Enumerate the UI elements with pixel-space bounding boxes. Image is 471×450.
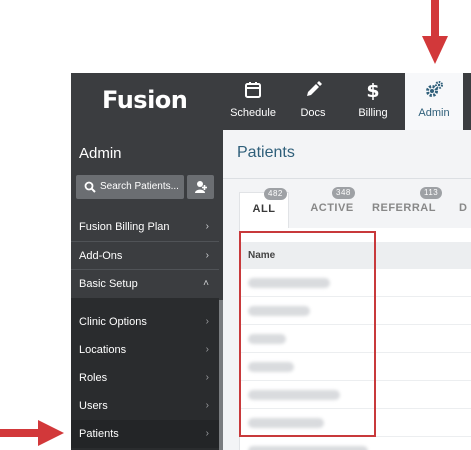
chevron-right-icon: › (205, 344, 209, 355)
tab-all[interactable]: 482 ALL (239, 188, 289, 228)
fusion-logo: Fusion (102, 86, 188, 114)
title-divider (223, 178, 471, 179)
sidebar-item-label: Locations (79, 344, 127, 356)
tab-count-badge: 113 (420, 187, 443, 199)
sidebar-item-add-ons[interactable]: Add-Ons › (71, 241, 219, 269)
chevron-up-icon: ˄ (203, 278, 209, 289)
nav-admin[interactable]: Admin (405, 73, 463, 130)
tab-discharged[interactable]: D (449, 192, 471, 228)
sidebar-item-label: Patients (79, 428, 119, 440)
arrow-right-annotation-icon (0, 420, 64, 446)
search-placeholder: Search Patients... (100, 181, 179, 192)
tab-label: ALL (252, 203, 276, 215)
redacted-name (248, 446, 368, 450)
sidebar-item-clinic-options[interactable]: Clinic Options › (71, 308, 219, 336)
tab-label: D (459, 202, 468, 214)
nav-docs-label: Docs (300, 107, 326, 119)
chevron-right-icon: › (205, 316, 209, 327)
chevron-right-icon: › (205, 400, 209, 411)
sidebar-item-fusion-billing-plan[interactable]: Fusion Billing Plan › (71, 213, 219, 241)
sidebar-item-patients[interactable]: Patients › (71, 420, 219, 448)
tab-count-badge: 482 (264, 188, 287, 200)
tab-referral[interactable]: 113 REFERRAL (371, 187, 443, 228)
admin-sidebar: Admin Search Patients... Fusion Billing … (71, 130, 223, 450)
page-title: Patients (237, 144, 295, 161)
chevron-right-icon: › (205, 221, 209, 232)
nav-schedule-label: Schedule (230, 107, 276, 119)
highlight-box-annotation (239, 231, 376, 437)
nav-docs[interactable]: Docs (289, 73, 337, 130)
sidebar-item-label: Add-Ons (79, 250, 123, 262)
search-icon (84, 181, 96, 193)
nav-admin-label: Admin (418, 107, 450, 119)
arrow-down-annotation-icon (422, 0, 448, 64)
sidebar-item-label: Users (79, 400, 108, 412)
sidebar-item-roles[interactable]: Roles › (71, 364, 219, 392)
sidebar-item-label: Roles (79, 372, 108, 384)
dollar-icon: $ (366, 80, 379, 101)
gears-icon (426, 81, 443, 97)
chevron-right-icon: › (205, 372, 209, 383)
nav-billing[interactable]: $ Billing (347, 73, 399, 130)
add-user-icon (195, 181, 207, 193)
svg-text:$: $ (366, 80, 379, 101)
add-patient-button[interactable] (187, 175, 214, 199)
search-patients-input[interactable]: Search Patients... (76, 175, 184, 199)
sidebar-item-users[interactable]: Users › (71, 392, 219, 420)
tab-active[interactable]: 348 ACTIVE (299, 187, 365, 228)
sidebar-item-label: Basic Setup (79, 278, 138, 290)
nav-schedule[interactable]: Schedule (227, 73, 279, 130)
sidebar-item-basic-setup[interactable]: Basic Setup ˄ (71, 269, 219, 297)
sidebar-item-locations[interactable]: Locations › (71, 336, 219, 364)
pencil-icon (307, 81, 322, 96)
sidebar-item-label: Fusion Billing Plan (79, 221, 170, 233)
sidebar-title: Admin (79, 145, 122, 162)
chevron-right-icon: › (205, 428, 209, 439)
nav-billing-label: Billing (358, 107, 388, 119)
tab-label: ACTIVE (310, 202, 354, 214)
tab-count-badge: 348 (332, 187, 355, 199)
top-navigation-bar: Fusion Schedule Docs $ Billing Admin (71, 73, 471, 130)
sidebar-item-label: Clinic Options (79, 316, 147, 328)
chevron-right-icon: › (205, 250, 209, 261)
table-row[interactable] (240, 437, 471, 450)
calendar-icon (245, 82, 261, 98)
tab-label: REFERRAL (372, 202, 436, 214)
